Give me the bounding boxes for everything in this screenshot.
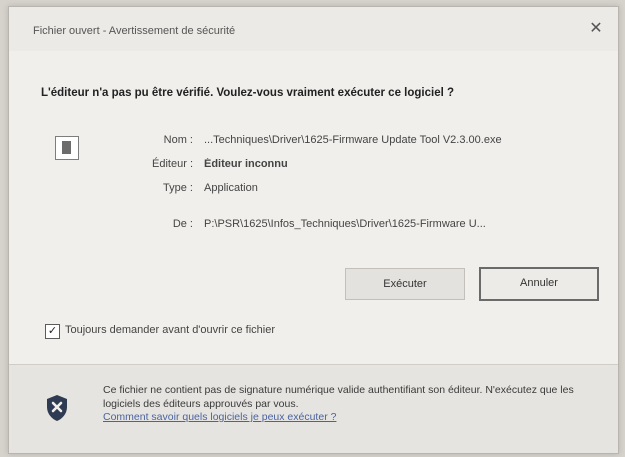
verification-question: L'éditeur n'a pas pu être vérifié. Voule…: [41, 87, 455, 99]
window-title: Fichier ouvert - Avertissement de sécuri…: [33, 25, 236, 37]
publisher-value: Éditeur inconnu: [204, 158, 288, 170]
shield-warning-icon: [47, 395, 67, 421]
title-bar: Fichier ouvert - Avertissement de sécuri…: [9, 7, 618, 51]
type-label: Type :: [163, 182, 193, 194]
footer-warning-area: Ce fichier ne contient pas de signature …: [9, 364, 618, 453]
unsigned-warning-text: Ce fichier ne contient pas de signature …: [103, 384, 574, 410]
security-warning-dialog: Fichier ouvert - Avertissement de sécuri…: [8, 6, 619, 454]
name-value: ...Techniques\Driver\1625-Firmware Updat…: [204, 134, 502, 146]
from-value: P:\PSR\1625\Infos_Techniques\Driver\1625…: [204, 218, 486, 230]
from-label: De :: [172, 218, 193, 230]
always-ask-checkbox[interactable]: ✓: [45, 324, 60, 339]
publisher-label: Éditeur :: [152, 158, 193, 170]
cancel-button[interactable]: Annuler: [479, 267, 599, 301]
name-label: Nom :: [163, 134, 193, 146]
help-link[interactable]: Comment savoir quels logiciels je peux e…: [103, 411, 336, 423]
close-icon[interactable]: ✕: [588, 21, 604, 37]
run-button[interactable]: Exécuter: [345, 268, 465, 300]
always-ask-label[interactable]: Toujours demander avant d'ouvrir ce fich…: [65, 324, 275, 336]
type-value: Application: [204, 182, 258, 194]
application-icon: [55, 136, 79, 160]
